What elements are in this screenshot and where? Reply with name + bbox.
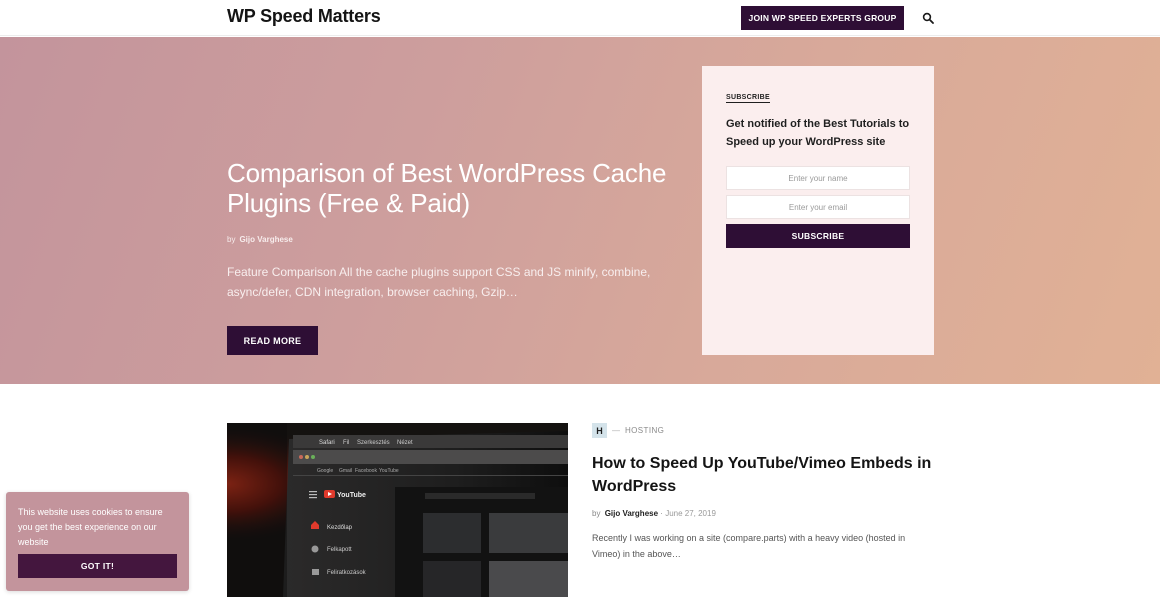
thumb-sidebar-item: Feliratkozások xyxy=(327,570,367,576)
read-more-button[interactable]: READ MORE xyxy=(227,326,318,355)
search-icon[interactable] xyxy=(922,12,934,24)
thumb-tab-text: Facebook xyxy=(355,468,377,474)
thumb-tab-text: Google xyxy=(317,468,333,474)
thumb-menu-text: Nézet xyxy=(397,440,413,446)
by-label: by xyxy=(592,509,601,518)
cookie-message: This website uses cookies to ensure you … xyxy=(18,507,163,547)
category-link[interactable]: HOSTING xyxy=(625,426,664,435)
thumb-menu-text: Safari xyxy=(319,440,335,446)
thumb-tab-text: YouTube xyxy=(379,468,399,474)
category-badge[interactable]: H xyxy=(592,423,607,438)
thumb-sidebar-item: Felkapott xyxy=(327,547,352,553)
thumb-youtube-logo: YouTube xyxy=(337,492,366,499)
post-byline: by Gijo Varghese · June 27, 2019 xyxy=(592,509,716,518)
subscribe-label: SUBSCRIBE xyxy=(726,94,770,103)
byline-separator: · xyxy=(660,509,663,518)
cookie-accept-button[interactable]: GOT IT! xyxy=(18,554,177,578)
subscribe-heading: Get notified of the Best Tutorials to Sp… xyxy=(726,118,910,148)
category-dash: — xyxy=(612,426,620,435)
thumb-tab-text: Gmail xyxy=(339,468,352,474)
by-label: by xyxy=(227,235,236,244)
post-thumbnail[interactable]: Safari Fil Szerkesztés Nézet Google Gmai… xyxy=(227,423,568,597)
site-header: WP Speed Matters JOIN WP SPEED EXPERTS G… xyxy=(0,0,1160,36)
post-title[interactable]: How to Speed Up YouTube/Vimeo Embeds in … xyxy=(592,452,932,498)
thumb-menu-text: Szerkesztés xyxy=(357,440,390,446)
hero-author-link[interactable]: Gijo Varghese xyxy=(239,235,292,244)
thumb-menu-text: Fil xyxy=(343,440,349,446)
hero-byline: by Gijo Varghese xyxy=(227,235,293,244)
thumb-sidebar-item: Kezdőlap xyxy=(327,525,353,531)
hero-post-title[interactable]: Comparison of Best WordPress Cache Plugi… xyxy=(227,158,667,218)
name-input[interactable] xyxy=(726,166,910,190)
site-logo[interactable]: WP Speed Matters xyxy=(227,6,381,27)
join-group-button[interactable]: JOIN WP SPEED EXPERTS GROUP xyxy=(741,6,904,30)
subscribe-card: SUBSCRIBE Get notified of the Best Tutor… xyxy=(702,66,934,355)
email-input[interactable] xyxy=(726,195,910,219)
post-author-link[interactable]: Gijo Varghese xyxy=(605,509,658,518)
post-excerpt: Recently I was working on a site (compar… xyxy=(592,533,906,559)
post-date: June 27, 2019 xyxy=(665,509,716,518)
hero-excerpt: Feature Comparison All the cache plugins… xyxy=(227,265,651,299)
cookie-banner: This website uses cookies to ensure you … xyxy=(6,492,189,591)
thumbnail-image: Safari Fil Szerkesztés Nézet Google Gmai… xyxy=(227,423,568,597)
hero-section: Comparison of Best WordPress Cache Plugi… xyxy=(0,37,1160,384)
subscribe-button[interactable]: SUBSCRIBE xyxy=(726,224,910,248)
